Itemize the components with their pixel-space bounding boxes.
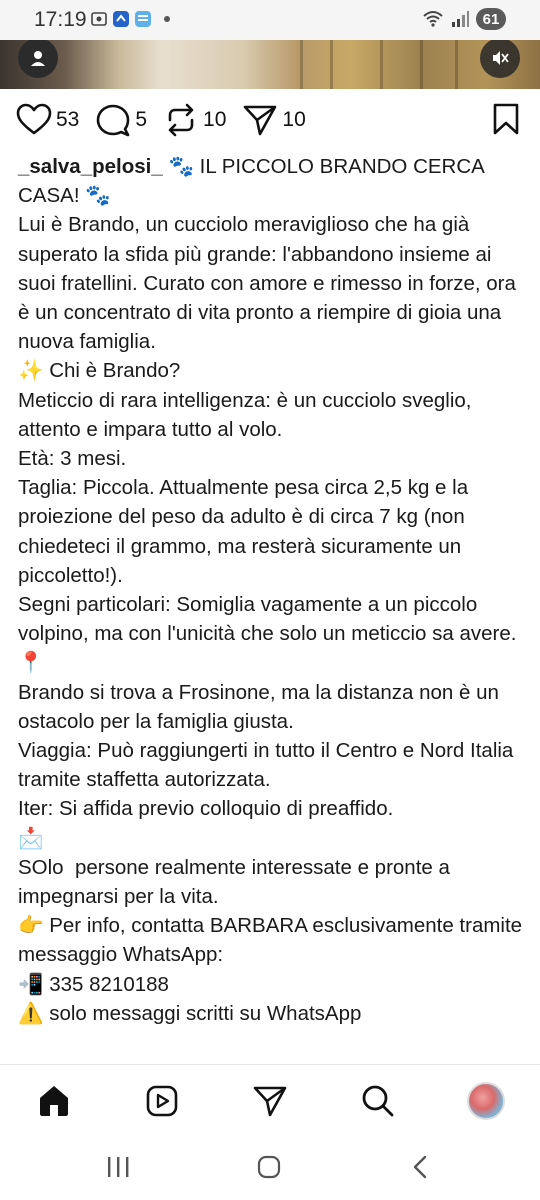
share-count: 10 bbox=[282, 108, 306, 131]
screenshot-icon bbox=[91, 12, 107, 26]
notification-icons bbox=[90, 10, 170, 28]
like-count: 53 bbox=[56, 108, 80, 131]
send-icon bbox=[253, 1086, 287, 1117]
back-button[interactable] bbox=[400, 1152, 440, 1182]
caption-line: Iter: Si affida previo colloquio di prea… bbox=[18, 797, 394, 821]
recent-apps-button[interactable] bbox=[98, 1152, 138, 1182]
bookmark-icon bbox=[493, 103, 519, 135]
caption-line: 📩 bbox=[18, 826, 44, 850]
wifi-icon bbox=[423, 11, 443, 27]
caption-line: ✨ Chi è Brando? bbox=[18, 359, 181, 383]
recents-icon bbox=[108, 1157, 129, 1177]
caption-line: Viaggia: Può raggiungerti in tutto il Ce… bbox=[18, 739, 520, 792]
caption-line: 📲 335 8210188 bbox=[18, 972, 169, 996]
post-actions: 53 5 10 10 bbox=[16, 100, 524, 140]
app-notification-icon bbox=[113, 11, 129, 27]
caption-line: Meticcio di rara intelligenza: è un cucc… bbox=[18, 388, 478, 441]
nav-home[interactable] bbox=[34, 1081, 74, 1121]
system-status: 61 bbox=[422, 8, 506, 30]
search-icon bbox=[362, 1085, 394, 1117]
post-media[interactable] bbox=[0, 40, 540, 89]
nav-search[interactable] bbox=[358, 1081, 398, 1121]
post-caption: _salva_pelosi_ 🐾 IL PICCOLO BRANDO CERCA… bbox=[18, 152, 524, 1028]
caption-line: Taglia: Piccola. Attualmente pesa circa … bbox=[18, 476, 474, 587]
like-button[interactable]: 53 bbox=[16, 102, 79, 138]
signal-icon bbox=[452, 11, 469, 27]
heart-icon bbox=[16, 103, 52, 135]
battery-indicator: 61 bbox=[476, 8, 506, 30]
home-circle-icon bbox=[257, 1155, 281, 1179]
home-icon bbox=[40, 1086, 68, 1116]
status-time: 17:19 bbox=[34, 8, 87, 31]
nav-messages[interactable] bbox=[250, 1081, 290, 1121]
caption-line: Età: 3 mesi. bbox=[18, 447, 127, 471]
repost-count: 10 bbox=[203, 108, 227, 131]
back-icon bbox=[413, 1155, 427, 1179]
caption-line: _salva_pelosi_ 🐾 IL PICCOLO BRANDO CERCA… bbox=[18, 155, 490, 208]
nav-profile[interactable] bbox=[466, 1081, 506, 1121]
repost-icon bbox=[168, 103, 194, 137]
caption-line: Brando si trova a Frosinone, ma la dista… bbox=[18, 680, 505, 733]
caption-line: 📍 bbox=[18, 651, 44, 675]
repost-button[interactable]: 10 bbox=[163, 102, 226, 138]
status-bar: 17:19 61 bbox=[0, 0, 540, 40]
nav-reels[interactable] bbox=[142, 1081, 182, 1121]
caption-line: SOlo persone realmente interessate e pro… bbox=[18, 855, 456, 909]
caption-line: Lui è Brando, un cucciolo meraviglioso c… bbox=[18, 213, 522, 354]
comment-icon bbox=[97, 104, 130, 137]
caption-line: ⚠️ solo messaggi scritti su WhatsApp bbox=[18, 1001, 362, 1025]
avatar bbox=[467, 1082, 505, 1120]
post-username[interactable]: _salva_pelosi_ bbox=[18, 155, 163, 178]
send-icon bbox=[244, 105, 277, 136]
comment-button[interactable]: 5 bbox=[95, 102, 147, 138]
bottom-navigation bbox=[0, 1064, 540, 1138]
person-icon bbox=[31, 51, 45, 66]
speaker-muted-icon bbox=[493, 51, 509, 65]
share-button[interactable]: 10 bbox=[242, 102, 306, 138]
more-notifications-dot bbox=[164, 16, 170, 22]
system-navigation bbox=[0, 1138, 540, 1200]
save-button[interactable] bbox=[490, 102, 522, 141]
app-notification-icon bbox=[135, 11, 151, 27]
reels-icon bbox=[146, 1085, 178, 1117]
caption-line: Segni particolari: Somiglia vagamente a … bbox=[18, 593, 517, 646]
home-button[interactable] bbox=[249, 1152, 289, 1182]
tagged-users-button[interactable] bbox=[18, 40, 58, 78]
mute-button[interactable] bbox=[480, 40, 520, 78]
caption-line: 👉 Per info, contatta BARBARA esclusivame… bbox=[18, 914, 528, 967]
comment-count: 5 bbox=[135, 108, 148, 131]
